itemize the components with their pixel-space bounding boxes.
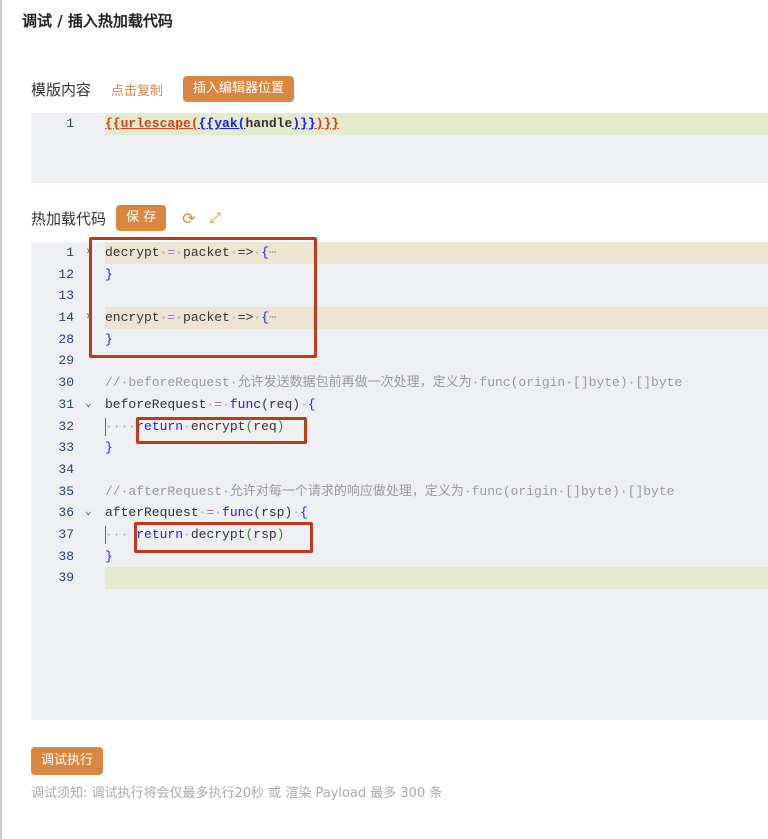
annotation-box: [136, 417, 307, 444]
code-token: ·: [214, 505, 223, 521]
code-token: ·: [300, 396, 308, 412]
save-button[interactable]: 保 存: [116, 205, 167, 231]
line-number: 33: [58, 440, 74, 456]
hotload-label: 热加载代码: [31, 209, 107, 228]
code-token: ····: [105, 418, 137, 434]
code-text: {{urlescape({{yak(handle)}})}}: [105, 113, 768, 135]
code-token: }: [105, 440, 113, 456]
line-number: 31: [58, 396, 74, 412]
code-token: }: [105, 548, 113, 564]
line-number: 34: [58, 461, 74, 477]
insert-editor-button[interactable]: 插入编辑器位置: [183, 76, 295, 102]
code-text: //·beforeRequest·允许发送数据包前再做一次处理，定义为·func…: [105, 372, 768, 394]
line-number: 39: [58, 570, 74, 586]
line-number: 37: [58, 526, 74, 542]
fold-chevron-icon[interactable]: ⌄: [85, 394, 92, 416]
code-line[interactable]: 34: [31, 459, 768, 481]
line-number: 32: [58, 418, 74, 434]
annotation-box: [134, 522, 313, 553]
code-token: )}}: [315, 116, 340, 131]
line-number: 1: [66, 116, 74, 131]
code-line[interactable]: 30 //·beforeRequest·允许发送数据包前再做一次处理，定义为·fu…: [31, 372, 768, 394]
code-token: func: [222, 505, 254, 521]
drawer-title: 调试 / 插入热加载代码: [22, 12, 173, 30]
line-number: 38: [58, 548, 74, 564]
debug-run-button[interactable]: 调试执行: [31, 747, 104, 775]
code-token: ·: [222, 396, 230, 412]
code-line[interactable]: 35 //·afterRequest·允许对每一个请求的响应做处理，定义为·fun…: [31, 481, 768, 503]
code-line[interactable]: 36 ⌄ afterRequest·=·func(rsp)·{: [31, 502, 768, 524]
code-text: beforeRequest·=·func(req)·{: [105, 394, 768, 416]
code-token: func: [229, 396, 262, 412]
line-number: 13: [58, 288, 74, 304]
template-label: 模版内容: [31, 80, 92, 99]
code-token: {{urlescape(: [105, 116, 199, 131]
code-text: [105, 567, 768, 590]
expand-icon[interactable]: ⤢: [210, 210, 221, 226]
code-line[interactable]: 31 ⌄ beforeRequest·=·func(req)·{: [31, 394, 768, 416]
template-editor[interactable]: 1 {{urlescape({{yak(handle)}})}}: [31, 113, 768, 183]
code-token: {: [307, 396, 316, 412]
code-token: //·beforeRequest·允许发送数据包前再做一次处理，定义为·func…: [105, 375, 683, 391]
code-text: afterRequest·=·func(rsp)·{: [105, 502, 768, 524]
code-token: (rsp): [253, 505, 293, 521]
debug-note: 调试须知: 调试执行将会仅最多执行20秒 或 渲染 Payload 最多 300…: [31, 786, 443, 801]
line-number: 1: [66, 245, 74, 260]
code-line[interactable]: 1 {{urlescape({{yak(handle)}})}}: [31, 113, 768, 135]
line-number: 36: [58, 505, 74, 521]
code-token: {{yak(: [198, 116, 246, 131]
annotation-box: [89, 237, 317, 358]
code-token: beforeRequest: [105, 396, 207, 412]
line-number: 12: [58, 266, 74, 282]
line-number: 14: [58, 310, 74, 326]
line-number: 35: [58, 483, 74, 499]
code-token: )}}: [292, 116, 316, 131]
code-token: ···: [105, 526, 129, 542]
hotload-header: 热加载代码 保 存 ⟳ ⤢: [31, 205, 221, 231]
code-line[interactable]: 39: [31, 567, 768, 590]
copy-link[interactable]: 点击复制: [111, 80, 163, 99]
code-token: afterRequest: [105, 505, 199, 521]
code-token: handle: [245, 116, 293, 131]
template-header: 模版内容 点击复制 插入编辑器位置: [31, 76, 295, 102]
code-token: =: [214, 396, 223, 412]
code-token: //·afterRequest·允许对每一个请求的响应做处理，定义为·func(…: [105, 483, 675, 499]
line-number: 29: [58, 353, 74, 369]
fold-chevron-icon[interactable]: ⌄: [85, 502, 92, 524]
panel-border: [0, 0, 2, 839]
line-number: 30: [58, 375, 74, 391]
code-text: //·afterRequest·允许对每一个请求的响应做处理，定义为·func(…: [105, 481, 768, 503]
code-token: ·: [292, 505, 301, 521]
sync-icon[interactable]: ⟳: [182, 209, 195, 228]
line-number: 28: [58, 331, 74, 347]
code-token: {: [300, 505, 308, 521]
code-token: (req): [261, 396, 301, 412]
